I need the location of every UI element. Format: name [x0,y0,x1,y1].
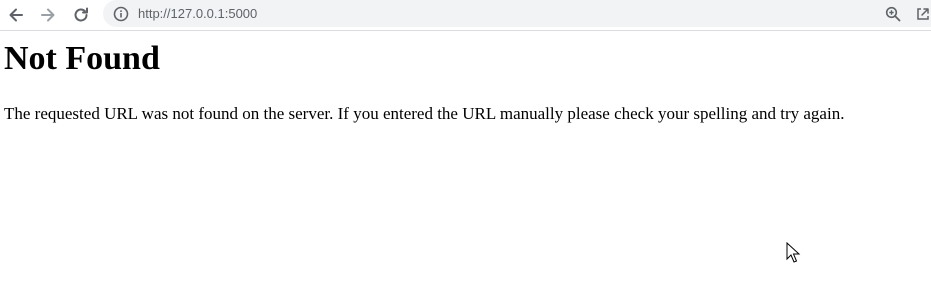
page-title: Not Found [4,40,160,77]
reload-icon [72,6,90,24]
address-bar[interactable]: http://127.0.0.1:5000 [103,0,931,27]
zoom-in-icon[interactable] [883,4,903,24]
info-icon[interactable] [111,4,131,24]
error-message: The requested URL was not found on the s… [4,104,845,123]
browser-toolbar: http://127.0.0.1:5000 [0,0,931,31]
mouse-cursor-icon [786,241,802,264]
back-button[interactable] [4,3,28,27]
arrow-left-icon [7,6,25,24]
reload-button[interactable] [69,3,93,27]
url-text[interactable]: http://127.0.0.1:5000 [138,0,257,27]
arrow-right-icon [39,6,57,24]
forward-button[interactable] [36,3,60,27]
share-icon[interactable] [913,4,931,24]
